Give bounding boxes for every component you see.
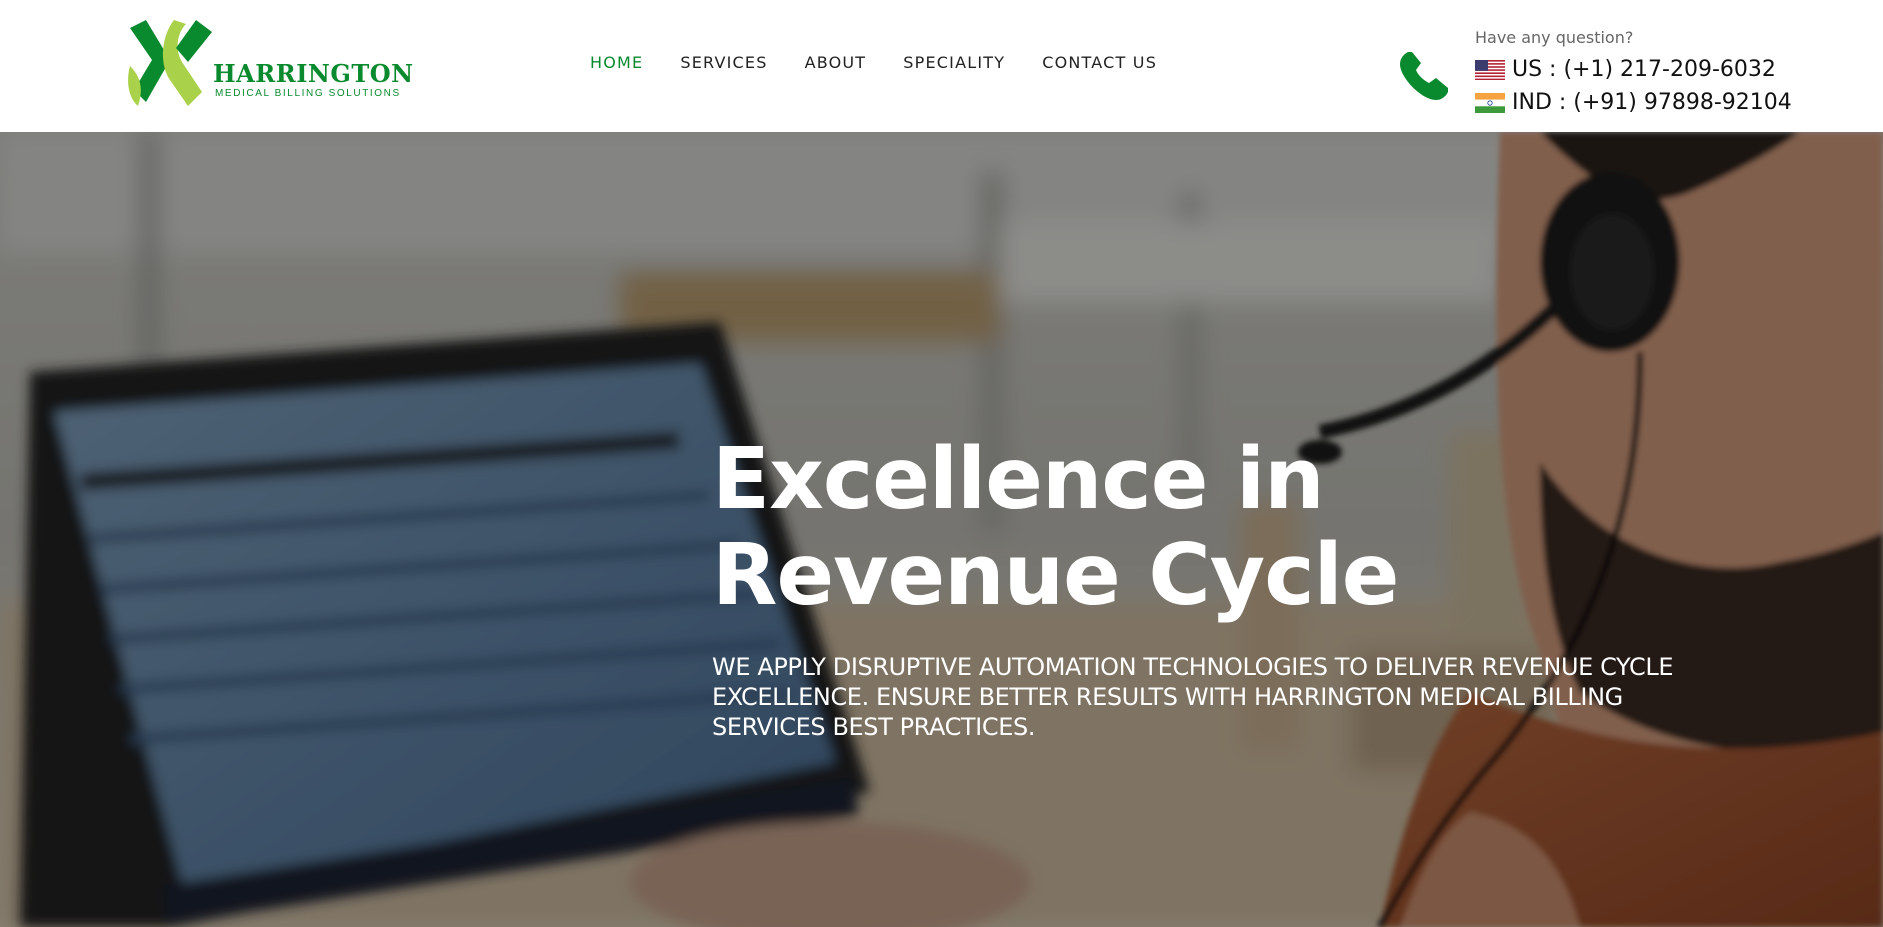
nav-item-services[interactable]: SERVICES (680, 50, 767, 75)
india-flag-icon (1475, 92, 1505, 113)
nav-item-speciality[interactable]: SPECIALITY (903, 50, 1005, 75)
hero-title-line-2: Revenue Cycle (712, 526, 1399, 625)
nav-item-home[interactable]: HOME (590, 50, 643, 75)
hero-subtitle: WE APPLY DISRUPTIVE AUTOMATION TECHNOLOG… (712, 653, 1674, 741)
us-flag-icon (1475, 59, 1505, 80)
main-nav: HOME SERVICES ABOUT SPECIALITY CONTACT U… (590, 50, 1194, 75)
brand-tagline: MEDICAL BILLING SOLUTIONS (215, 88, 401, 99)
hero-section: Excellence in Revenue Cycle WE APPLY DIS… (0, 132, 1883, 927)
hero-content: Excellence in Revenue Cycle WE APPLY DIS… (712, 432, 1712, 742)
phone-line-india: IND : (+91) 97898-92104 (1475, 90, 1792, 115)
contact-question: Have any question? (1475, 28, 1634, 47)
logo-mark-icon (128, 20, 212, 106)
phone-link-us[interactable]: US : (+1) 217-209-6032 (1512, 57, 1776, 82)
phone-line-us: US : (+1) 217-209-6032 (1475, 57, 1776, 82)
hero-title: Excellence in Revenue Cycle (712, 432, 1712, 624)
phone-link-india[interactable]: IND : (+91) 97898-92104 (1512, 90, 1792, 115)
site-header: HARRINGTON MEDICAL BILLING SOLUTIONS HOM… (0, 0, 1883, 132)
nav-item-about[interactable]: ABOUT (805, 50, 867, 75)
hero-title-line-1: Excellence in (712, 430, 1325, 529)
contact-block: Have any question? US : (+1) 217-209-603… (1395, 24, 1795, 124)
nav-item-contact-us[interactable]: CONTACT US (1042, 50, 1157, 75)
phone-icon (1400, 52, 1448, 100)
logo-link[interactable]: HARRINGTON MEDICAL BILLING SOLUTIONS (126, 18, 413, 110)
brand-name: HARRINGTON (213, 59, 414, 88)
